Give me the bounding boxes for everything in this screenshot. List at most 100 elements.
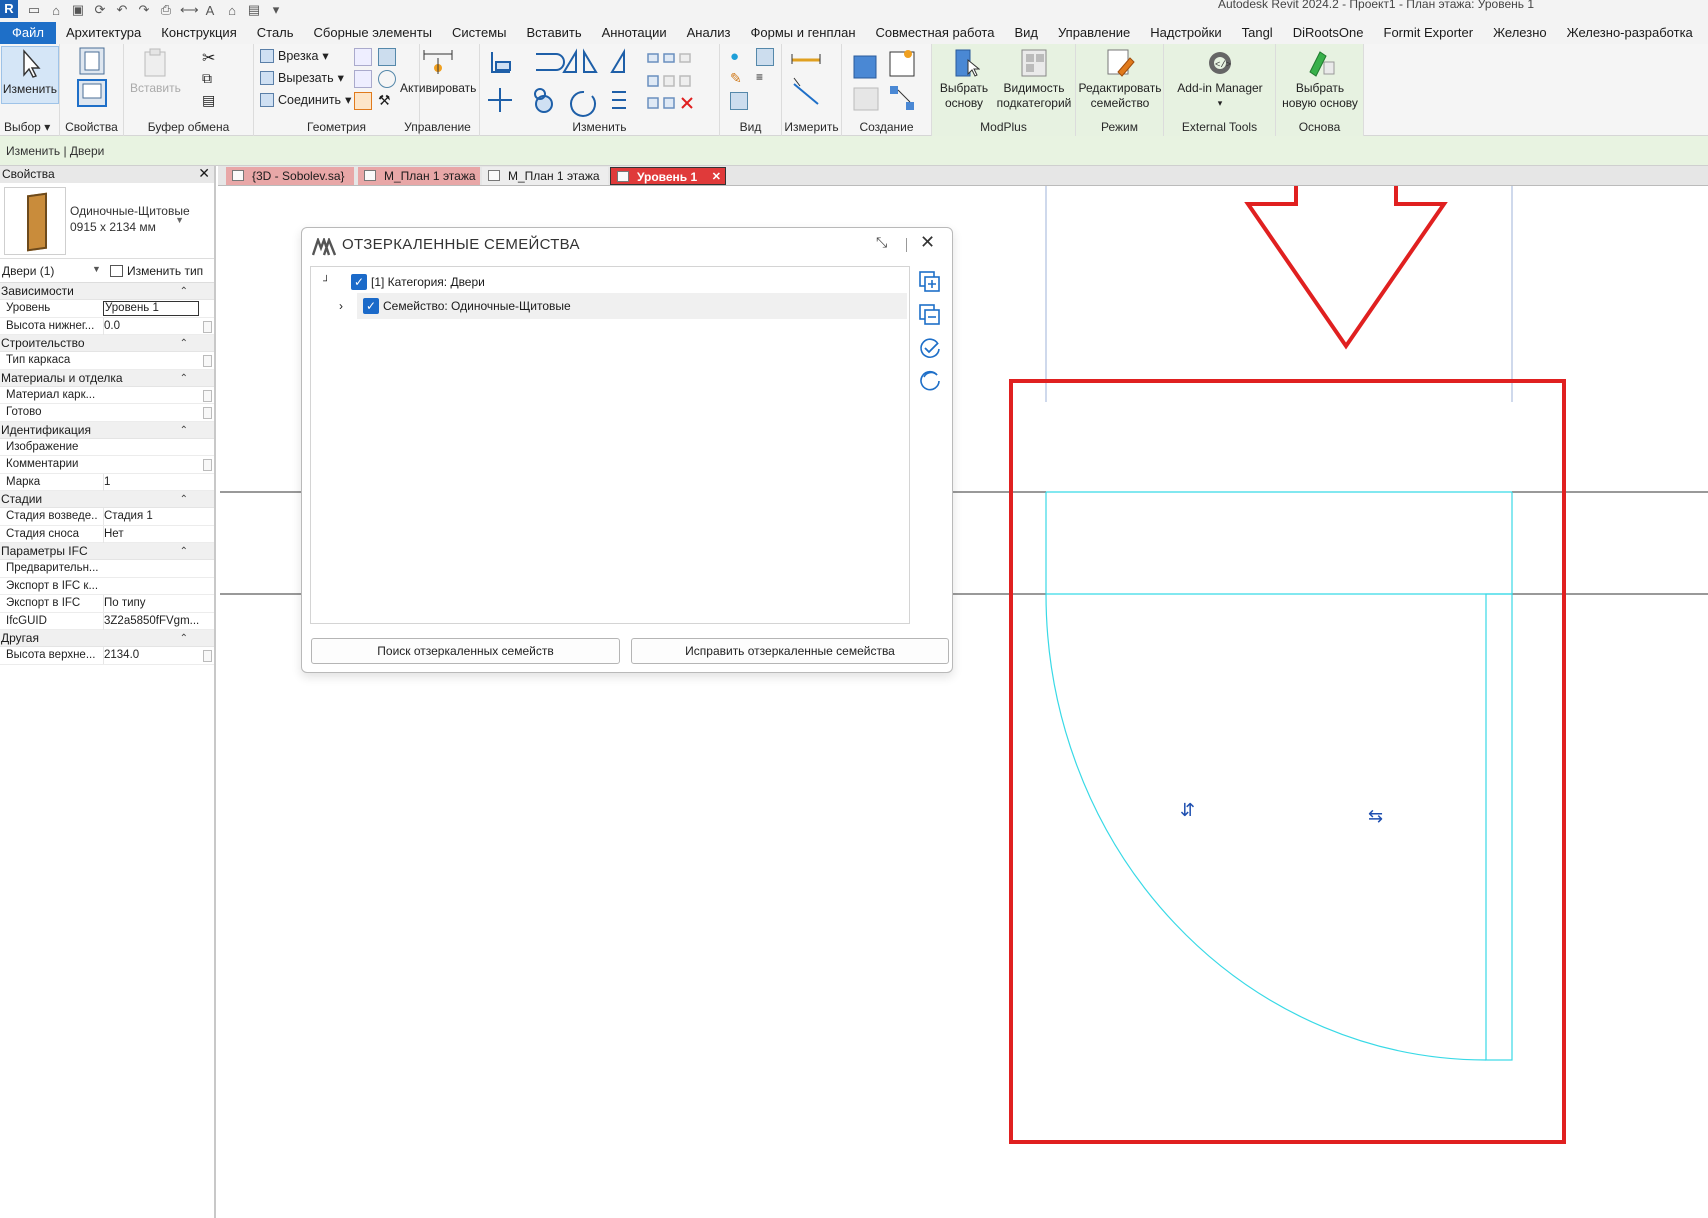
wall-joins-icon[interactable] [354, 48, 372, 66]
chevron-up-icon[interactable]: ⌃ [180, 335, 188, 352]
modify-button[interactable]: Изменить [1, 46, 59, 104]
menu-tab[interactable]: Железно [1483, 22, 1557, 44]
property-group-header[interactable]: Идентификация ⌃ [0, 421, 214, 439]
revit-logo[interactable]: R [0, 0, 18, 18]
view-tab[interactable]: {3D - Sobolev.sa} [226, 167, 354, 185]
collapse-arrow-icon[interactable]: ┘ [323, 269, 330, 295]
chevron-up-icon[interactable]: ⌃ [180, 543, 188, 560]
hide-icon[interactable] [756, 48, 774, 66]
property-value[interactable]: 3Z2a5850fFVgm... [103, 612, 199, 630]
chevron-up-icon[interactable]: ⌃ [180, 283, 188, 300]
demolish-icon[interactable] [378, 70, 396, 88]
open-icon[interactable]: ⌂ [48, 3, 64, 18]
instance-filter-select[interactable]: Двери (1) [2, 264, 54, 278]
door-element[interactable] [1045, 491, 1513, 1061]
property-group-header[interactable]: Материалы и отделка ⌃ [0, 369, 214, 387]
measure-icon[interactable]: ⟷ [180, 2, 199, 18]
tree-row-family[interactable]: › ✓ Семейство: Одиночные-Щитовые [339, 293, 907, 319]
pick-host-button[interactable]: Выбрать основу [936, 46, 992, 111]
checkbox-family[interactable]: ✓ [363, 298, 379, 314]
new-icon[interactable]: ▭ [26, 2, 42, 18]
create-tools-icons[interactable] [852, 48, 924, 116]
fix-mirrored-button[interactable]: Исправить отзеркаленные семейства [631, 638, 949, 664]
select-dropdown[interactable]: Выбор ▾ [0, 120, 59, 134]
menu-tab[interactable]: Конструкция [151, 22, 246, 44]
menu-tab[interactable]: Системы [442, 22, 516, 44]
text-icon[interactable]: A [202, 3, 218, 18]
menu-tab[interactable]: Сборные элементы [304, 22, 442, 44]
menu-tab[interactable]: Аннотации [592, 22, 677, 44]
home-icon[interactable]: ⌂ [224, 3, 240, 18]
checkbox-category[interactable]: ✓ [351, 274, 367, 290]
switch-windows-icon[interactable]: ▤ [246, 2, 262, 18]
view-tab[interactable]: М_План 1 этажа [358, 167, 480, 185]
menu-tab[interactable]: Tangl [1232, 22, 1283, 44]
activate-button[interactable]: Активировать [400, 46, 476, 96]
property-group-header[interactable]: Зависимости ⌃ [0, 283, 214, 300]
property-group-header[interactable]: Строительство ⌃ [0, 335, 214, 352]
menu-tab[interactable]: Совместная работа [866, 22, 1005, 44]
remove-paint-icon[interactable] [354, 92, 372, 110]
type-selector[interactable]: Одиночные-Щитовые 0915 x 2134 мм ▼ [0, 183, 214, 259]
properties-button[interactable] [66, 46, 118, 113]
menu-tab[interactable]: ModPlus [1703, 22, 1708, 44]
menu-tab[interactable]: DiRootsOne [1283, 22, 1374, 44]
search-mirrored-button[interactable]: Поиск отзеркаленных семейств [311, 638, 620, 664]
collapse-all-icon[interactable] [918, 303, 942, 327]
measure-icon[interactable] [790, 50, 834, 110]
chevron-up-icon[interactable]: ⌃ [180, 491, 188, 508]
lightbulb-icon[interactable]: ● [730, 48, 748, 66]
edit-family-button[interactable]: Редактировать семейство [1078, 46, 1162, 111]
addin-manager-button[interactable]: </> Add-in Manager ▾ [1168, 46, 1272, 111]
property-value[interactable]: 0.0 [103, 317, 199, 335]
override-icon[interactable] [730, 92, 748, 110]
menu-tab[interactable]: Анализ [677, 22, 741, 44]
expand-arrow-icon[interactable]: › [339, 293, 343, 319]
copy-icon[interactable]: ⧉ [202, 70, 220, 88]
menu-tab[interactable]: Formit Exporter [1374, 22, 1484, 44]
flip-hand-icon[interactable]: ⇆ [1368, 806, 1383, 827]
associate-parameter-button[interactable] [203, 407, 212, 419]
close-icon[interactable]: ✕ [198, 165, 210, 182]
subcategory-visibility-button[interactable]: Видимость подкатегорий [994, 46, 1074, 111]
menu-tab[interactable]: Файл [0, 22, 56, 44]
paint-icon[interactable] [378, 48, 396, 66]
menu-tab[interactable]: Управление [1048, 22, 1140, 44]
modify-tools-icons[interactable] [488, 48, 712, 120]
associate-parameter-button[interactable] [203, 355, 212, 367]
property-group-header[interactable]: Параметры IFC ⌃ [0, 543, 214, 560]
split-face-icon[interactable] [354, 70, 372, 88]
menu-tab[interactable]: Вид [1004, 22, 1048, 44]
cut2-button[interactable]: Вырезать ▾ [260, 70, 344, 85]
view-tab[interactable]: М_План 1 этажа [482, 167, 608, 185]
associate-parameter-button[interactable] [203, 650, 212, 662]
menu-tab[interactable]: Архитектура [56, 22, 151, 44]
menu-tab[interactable]: Формы и генплан [740, 22, 865, 44]
chevron-up-icon[interactable]: ⌃ [180, 370, 188, 387]
edit-type-button[interactable]: Изменить тип [110, 264, 203, 278]
view-tab[interactable]: Уровень 1 ✕ [610, 167, 726, 185]
cut-geometry-button[interactable]: Врезка ▾ [260, 48, 329, 63]
property-value[interactable]: Нет [103, 525, 199, 543]
uncheck-all-icon[interactable] [918, 369, 942, 393]
property-value[interactable]: Стадия 1 [103, 508, 199, 525]
menu-tab[interactable]: Сталь [247, 22, 304, 44]
property-value[interactable]: 1 [103, 473, 199, 491]
property-group-header[interactable]: Стадии ⌃ [0, 491, 214, 508]
associate-parameter-button[interactable] [203, 320, 212, 333]
tree-row-category[interactable]: ┘ ✓ [1] Категория: Двери [321, 269, 901, 295]
paste-button[interactable]: Вставить [130, 46, 181, 96]
menu-tab[interactable]: Надстройки [1140, 22, 1231, 44]
chevron-up-icon[interactable]: ⌃ [180, 630, 188, 647]
associate-parameter-button[interactable] [203, 389, 212, 402]
close-tab-icon[interactable]: ✕ [712, 168, 721, 186]
property-group-header[interactable]: Другая ⌃ [0, 630, 214, 647]
dropdown-icon[interactable]: ▾ [268, 2, 284, 18]
save-icon[interactable]: ▣ [70, 2, 86, 18]
cut-icon[interactable]: ✂ [202, 48, 220, 67]
property-value[interactable]: 2134.0 [103, 647, 199, 664]
property-value[interactable]: По типу [103, 595, 199, 612]
sync-icon[interactable]: ⟳ [92, 2, 108, 18]
expand-all-icon[interactable] [918, 270, 942, 294]
print-icon[interactable]: ⎙ [158, 2, 174, 18]
